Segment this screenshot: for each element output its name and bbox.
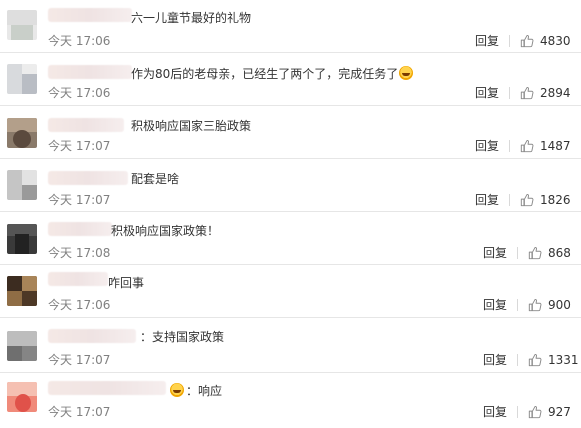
username-blurred[interactable]	[48, 329, 136, 343]
avatar[interactable]	[7, 331, 37, 361]
like-button[interactable]: 1331	[528, 353, 579, 367]
comment-list: 六一儿童节最好的礼物 今天 17:06 回复 4830 作为80后的老母亲，已经…	[0, 0, 581, 428]
like-button[interactable]: 868	[528, 246, 571, 260]
username-blurred[interactable]	[48, 118, 124, 132]
reply-button[interactable]: 回复	[475, 34, 499, 48]
comment-time: 今天 17:06	[48, 34, 111, 48]
reply-button[interactable]: 回复	[475, 139, 499, 153]
action-divider	[517, 354, 518, 366]
username-blurred[interactable]	[48, 381, 166, 395]
action-divider	[517, 299, 518, 311]
comment-text: 积极响应国家三胎政策	[131, 119, 252, 133]
reply-button[interactable]: 回复	[475, 86, 499, 100]
laughing-emoji-icon	[170, 383, 184, 397]
comment-time: 今天 17:06	[48, 298, 111, 312]
avatar[interactable]	[7, 224, 37, 254]
like-count: 1487	[540, 139, 571, 153]
comment-text: 咋回事	[108, 276, 145, 290]
thumbs-up-icon	[520, 140, 534, 153]
like-count: 868	[548, 246, 571, 260]
thumbs-up-icon	[528, 354, 542, 367]
comment-text: ：支持国家政策	[140, 330, 225, 344]
like-button[interactable]: 900	[528, 298, 571, 312]
like-count: 2894	[540, 86, 571, 100]
like-count: 1331	[548, 353, 579, 367]
comment-item: 咋回事 今天 17:06 回复 900	[0, 264, 581, 318]
avatar[interactable]	[7, 10, 37, 40]
like-count: 4830	[540, 34, 571, 48]
comment-item: ：支持国家政策 今天 17:07 回复 1331	[0, 317, 581, 373]
comment-item: 作为80后的老母亲，已经生了两个了，完成任务了 今天 17:06 回复 2894	[0, 52, 581, 106]
action-divider	[509, 35, 510, 47]
comment-text: 六一儿童节最好的礼物	[131, 11, 252, 25]
like-count: 900	[548, 298, 571, 312]
reply-button[interactable]: 回复	[483, 353, 507, 367]
comment-item: 积极响应国家三胎政策 今天 17:07 回复 1487	[0, 105, 581, 159]
comment-time: 今天 17:07	[48, 193, 111, 207]
thumbs-up-icon	[520, 87, 534, 100]
avatar[interactable]	[7, 276, 37, 306]
comment-time: 今天 17:07	[48, 139, 111, 153]
comment-item: 配套是啥 今天 17:07 回复 1826	[0, 158, 581, 212]
avatar[interactable]	[7, 118, 37, 148]
like-count: 927	[548, 405, 571, 419]
reply-button[interactable]: 回复	[483, 405, 507, 419]
comment-text-content: ：响应	[186, 384, 223, 398]
comment-item: 六一儿童节最好的礼物 今天 17:06 回复 4830	[0, 0, 581, 53]
like-button[interactable]: 4830	[520, 34, 571, 48]
like-button[interactable]: 2894	[520, 86, 571, 100]
username-blurred[interactable]	[48, 8, 132, 22]
reply-button[interactable]: 回复	[483, 246, 507, 260]
comment-item: 积极响应国家政策！ 今天 17:08 回复 868	[0, 211, 581, 265]
action-divider	[509, 87, 510, 99]
comment-text-content: 作为80后的老母亲，已经生了两个了，完成任务了	[131, 67, 399, 81]
thumbs-up-icon	[528, 406, 542, 419]
like-count: 1826	[540, 193, 571, 207]
laughing-emoji-icon	[399, 66, 414, 80]
like-button[interactable]: 1487	[520, 139, 571, 153]
comment-item: ：响应 今天 17:07 回复 927	[0, 372, 581, 428]
avatar[interactable]	[7, 170, 37, 200]
username-blurred[interactable]	[48, 171, 128, 185]
comment-text: 积极响应国家政策！	[111, 224, 220, 238]
action-divider	[517, 247, 518, 259]
comment-text: 作为80后的老母亲，已经生了两个了，完成任务了	[131, 66, 414, 81]
avatar[interactable]	[7, 64, 37, 94]
comment-time: 今天 17:07	[48, 353, 111, 367]
thumbs-up-icon	[528, 299, 542, 312]
comment-time: 今天 17:07	[48, 405, 111, 419]
reply-button[interactable]: 回复	[475, 193, 499, 207]
thumbs-up-icon	[520, 35, 534, 48]
thumbs-up-icon	[520, 194, 534, 207]
like-button[interactable]: 1826	[520, 193, 571, 207]
comment-time: 今天 17:08	[48, 246, 111, 260]
comment-text: 配套是啥	[131, 172, 180, 186]
action-divider	[517, 406, 518, 418]
thumbs-up-icon	[528, 247, 542, 260]
action-divider	[509, 194, 510, 206]
like-button[interactable]: 927	[528, 405, 571, 419]
username-blurred[interactable]	[48, 222, 112, 236]
action-divider	[509, 140, 510, 152]
avatar[interactable]	[7, 382, 37, 412]
username-blurred[interactable]	[48, 272, 108, 286]
username-blurred[interactable]	[48, 65, 132, 79]
comment-time: 今天 17:06	[48, 86, 111, 100]
reply-button[interactable]: 回复	[483, 298, 507, 312]
comment-text: ：响应	[170, 383, 222, 398]
